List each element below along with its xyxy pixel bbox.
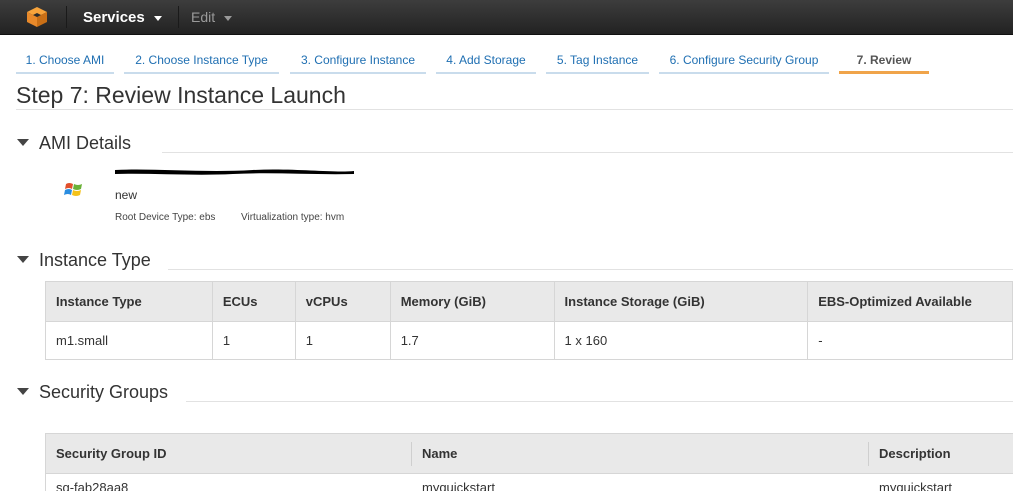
security-groups-section-toggle[interactable]: Security Groups bbox=[17, 382, 168, 403]
table-cell: m1.small bbox=[45, 321, 213, 360]
tab-choose-ami[interactable]: 1. Choose AMI bbox=[16, 48, 114, 74]
title-divider bbox=[16, 109, 1013, 110]
security-groups-table: Security Group ID Name Description sg-fa… bbox=[45, 433, 1013, 491]
collapse-triangle-icon bbox=[17, 255, 29, 263]
instance-type-heading: Instance Type bbox=[39, 250, 151, 270]
services-menu[interactable]: Services bbox=[83, 0, 162, 35]
table-header-row: Instance Type ECUs vCPUs Memory (GiB) In… bbox=[45, 281, 1013, 322]
column-header: Instance Storage (GiB) bbox=[554, 281, 809, 322]
ami-description: new bbox=[115, 188, 138, 202]
column-header: Instance Type bbox=[45, 281, 213, 322]
ami-details-heading: AMI Details bbox=[39, 133, 132, 153]
table-cell: 1.7 bbox=[390, 321, 555, 360]
ami-name-redaction bbox=[115, 169, 354, 175]
nav-divider bbox=[66, 6, 67, 28]
table-cell: 1 bbox=[212, 321, 296, 360]
section-divider bbox=[168, 269, 1013, 270]
page-title: Step 7: Review Instance Launch bbox=[16, 82, 346, 108]
chevron-down-icon bbox=[153, 15, 162, 21]
column-header: vCPUs bbox=[295, 281, 391, 322]
table-header-row: Security Group ID Name Description bbox=[46, 434, 1013, 474]
column-header: Description bbox=[879, 446, 951, 461]
column-header: Security Group ID bbox=[56, 446, 167, 461]
tab-add-storage[interactable]: 4. Add Storage bbox=[436, 48, 536, 74]
tab-tag-instance[interactable]: 5. Tag Instance bbox=[546, 48, 649, 74]
table-cell: - bbox=[807, 321, 1013, 360]
section-divider bbox=[162, 152, 1013, 153]
table-cell: myquickstart bbox=[422, 480, 495, 491]
security-groups-heading: Security Groups bbox=[39, 382, 169, 402]
windows-logo-icon bbox=[64, 183, 82, 196]
tab-review[interactable]: 7. Review bbox=[839, 48, 929, 74]
tab-choose-instance-type[interactable]: 2. Choose Instance Type bbox=[124, 48, 279, 74]
table-cell: 1 x 160 bbox=[554, 321, 809, 360]
virtualization-type: Virtualization type: hvm bbox=[241, 212, 345, 223]
tab-configure-security-group[interactable]: 6. Configure Security Group bbox=[659, 48, 829, 74]
top-nav-bar: Services Edit bbox=[0, 0, 1013, 35]
services-label: Services bbox=[83, 9, 145, 26]
chevron-down-icon bbox=[224, 15, 233, 21]
nav-divider bbox=[178, 6, 179, 28]
table-cell: sg-fab28aa8 bbox=[56, 480, 129, 491]
table-row: m1.small 1 1 1.7 1 x 160 - bbox=[45, 321, 1013, 360]
collapse-triangle-icon bbox=[17, 138, 29, 146]
collapse-triangle-icon bbox=[17, 387, 29, 395]
column-header: EBS-Optimized Available bbox=[807, 281, 1013, 322]
instance-type-section-toggle[interactable]: Instance Type bbox=[17, 250, 151, 271]
aws-cube-icon[interactable] bbox=[26, 6, 48, 28]
instance-type-table: Instance Type ECUs vCPUs Memory (GiB) In… bbox=[45, 281, 1013, 360]
ami-details-section-toggle[interactable]: AMI Details bbox=[17, 133, 131, 154]
column-header: Name bbox=[422, 446, 458, 461]
section-divider bbox=[186, 401, 1013, 402]
column-header: ECUs bbox=[212, 281, 296, 322]
column-header: Memory (GiB) bbox=[390, 281, 555, 322]
root-device-type: Root Device Type: ebs bbox=[115, 212, 216, 223]
tab-configure-instance[interactable]: 3. Configure Instance bbox=[290, 48, 426, 74]
edit-menu[interactable]: Edit bbox=[191, 0, 233, 35]
table-cell: 1 bbox=[295, 321, 391, 360]
edit-label: Edit bbox=[191, 9, 216, 25]
table-cell: myquickstart bbox=[879, 480, 952, 491]
